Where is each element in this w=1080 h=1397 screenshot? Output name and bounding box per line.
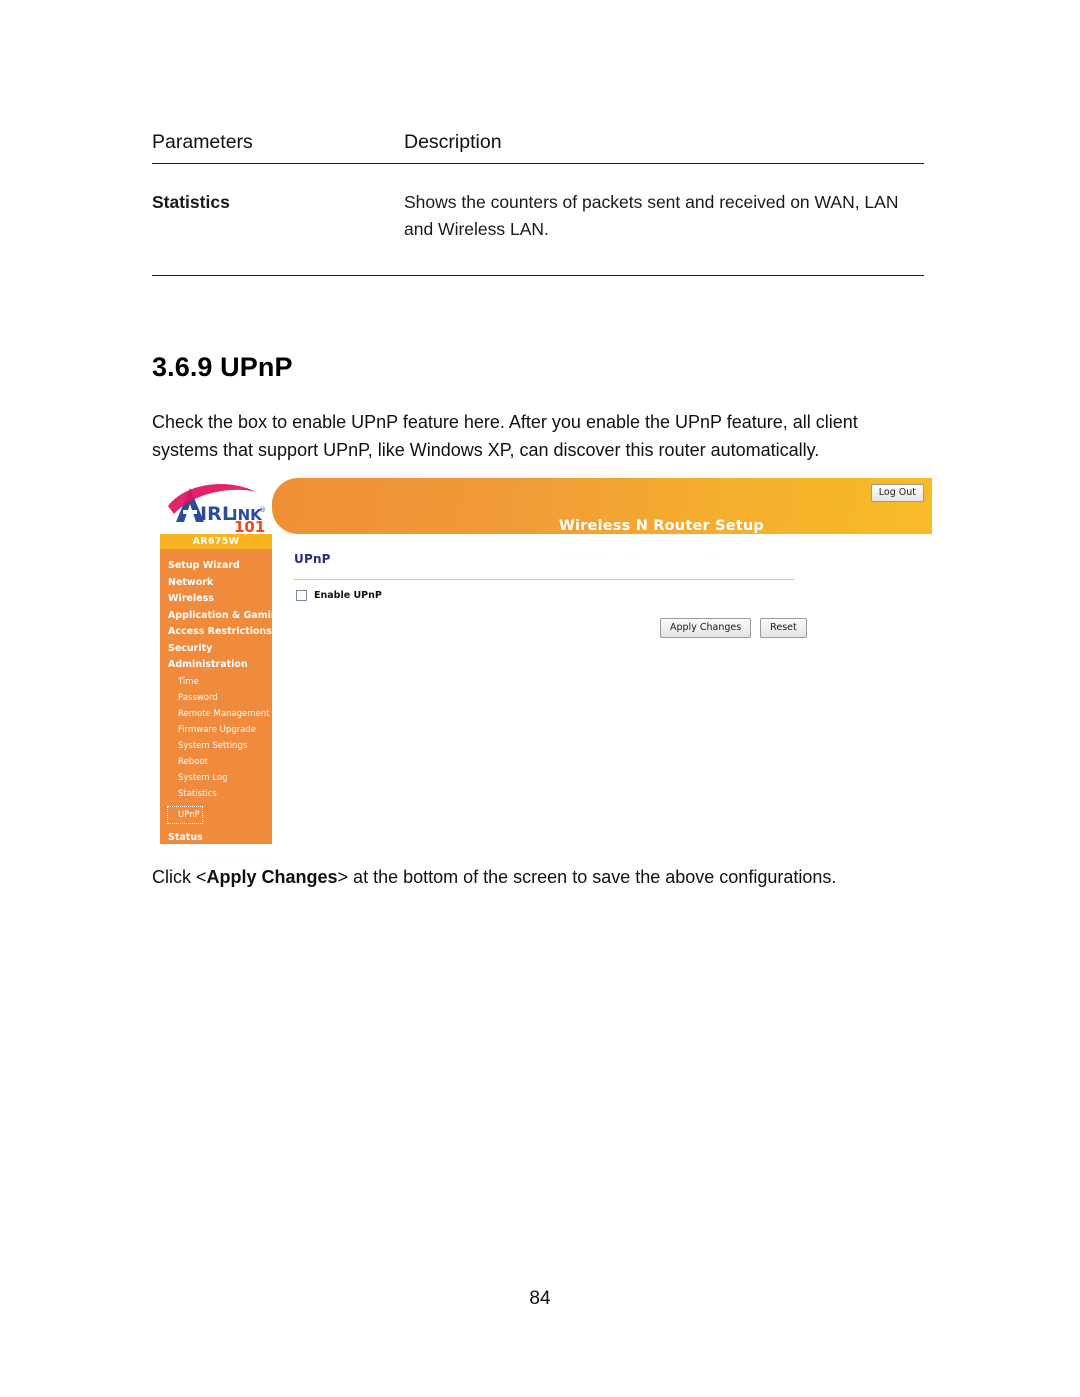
form-button-row: Apply Changes Reset — [660, 618, 807, 638]
sidebar-item-status[interactable]: Status — [168, 830, 272, 847]
page-number: 84 — [529, 1288, 551, 1309]
sidebar-menu: Setup Wizard Network Wireless Applicatio… — [160, 549, 284, 847]
svg-text:®: ® — [259, 506, 266, 514]
sidebar-subitem-remote-management[interactable]: Remote Management — [168, 706, 272, 722]
table-header-row: Parameters Description — [152, 122, 924, 164]
sidebar-subitem-firmware-upgrade[interactable]: Firmware Upgrade — [168, 722, 272, 738]
sidebar-subitem-statistics[interactable]: Statistics — [168, 786, 272, 802]
sidebar-subitem-system-log[interactable]: System Log — [168, 770, 272, 786]
closing-prefix: Click < — [152, 867, 207, 887]
sidebar-item-access-restrictions[interactable]: Access Restrictions — [168, 624, 272, 641]
router-content-area: UPnP Enable UPnP Apply Changes Reset — [272, 534, 932, 844]
content-page-title: UPnP — [294, 552, 331, 566]
model-badge: AR675W — [160, 534, 272, 549]
sidebar-item-security[interactable]: Security — [168, 641, 272, 658]
router-header: Wireless N Router Setup Log Out IR L INK… — [160, 476, 932, 538]
closing-suffix: > at the bottom of the screen to save th… — [337, 867, 837, 887]
sidebar-subitem-system-settings[interactable]: System Settings — [168, 738, 272, 754]
sidebar-subitem-upnp[interactable]: UPnP — [167, 805, 203, 824]
airlink-logo-icon: IR L INK ® 101 — [168, 483, 266, 534]
column-header-description: Description — [404, 131, 502, 153]
enable-upnp-checkbox[interactable] — [296, 590, 307, 601]
sidebar-item-network[interactable]: Network — [168, 575, 272, 592]
svg-text:101: 101 — [234, 518, 265, 534]
parameter-description-statistics: Shows the counters of packets sent and r… — [404, 192, 899, 240]
table-head: Parameters Description — [152, 122, 924, 164]
parameter-name-statistics: Statistics — [152, 192, 230, 212]
sidebar-subitem-password[interactable]: Password — [168, 690, 272, 706]
sidebar-item-administration[interactable]: Administration — [168, 657, 272, 674]
column-header-parameters: Parameters — [152, 131, 253, 153]
svg-text:IR: IR — [200, 503, 222, 525]
router-header-title: Wireless N Router Setup — [558, 518, 764, 534]
enable-upnp-row[interactable]: Enable UPnP — [296, 590, 382, 601]
closing-instruction: Click <Apply Changes> at the bottom of t… — [152, 864, 942, 891]
enable-upnp-label: Enable UPnP — [314, 590, 382, 601]
airlink-logo: IR L INK ® 101 — [160, 476, 272, 534]
apply-changes-button[interactable]: Apply Changes — [660, 618, 752, 638]
router-sidebar: AR675W Setup Wizard Network Wireless App… — [160, 534, 284, 847]
sidebar-item-setup-wizard[interactable]: Setup Wizard — [168, 558, 272, 575]
table-body: Statistics Shows the counters of packets… — [152, 164, 924, 276]
sidebar-subitem-reboot[interactable]: Reboot — [168, 754, 272, 770]
sidebar-item-application-and-gaming[interactable]: Application & Gaming — [168, 608, 284, 625]
section-heading: 3.6.9 UPnP — [152, 352, 293, 382]
intro-paragraph: Check the box to enable UPnP feature her… — [152, 412, 858, 461]
router-ui-screenshot: Wireless N Router Setup Log Out IR L INK… — [160, 476, 932, 846]
sidebar-item-wireless[interactable]: Wireless — [168, 591, 272, 608]
reset-button[interactable]: Reset — [760, 618, 807, 638]
closing-bold-term: Apply Changes — [206, 867, 338, 887]
sidebar-subitem-time[interactable]: Time — [168, 674, 272, 690]
content-divider — [294, 579, 794, 580]
parameters-description-table: Parameters Description Statistics Shows … — [152, 122, 924, 276]
table-row: Statistics Shows the counters of packets… — [152, 164, 924, 276]
logout-button[interactable]: Log Out — [870, 484, 924, 502]
